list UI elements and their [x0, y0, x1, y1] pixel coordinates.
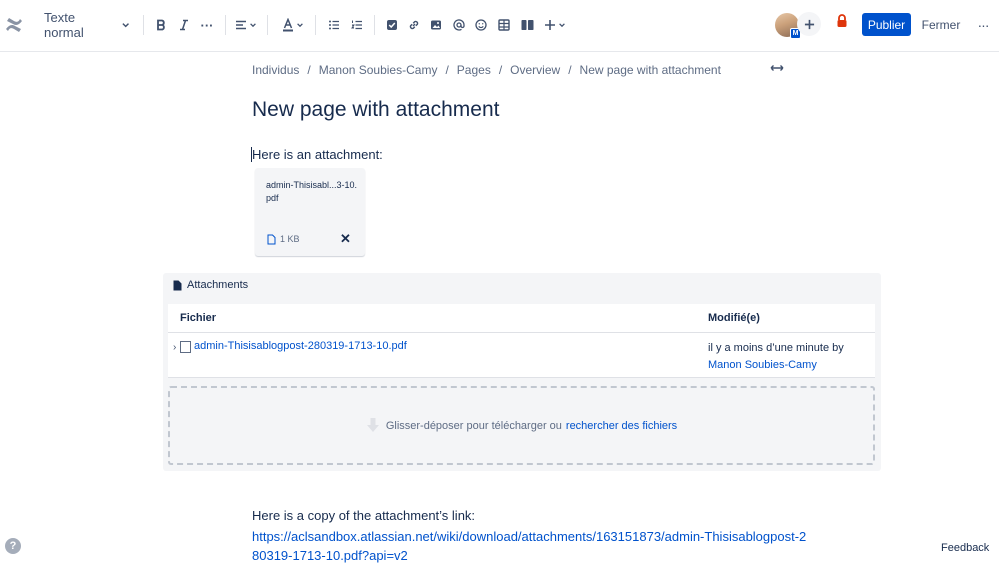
paragraph-intro[interactable]: Here is an attachment:	[252, 147, 383, 162]
bullet-list-button[interactable]	[325, 12, 343, 38]
file-icon	[267, 234, 276, 245]
plus-icon	[804, 19, 814, 29]
numbered-list-button[interactable]	[348, 12, 366, 38]
feedback-button[interactable]: Feedback	[941, 542, 989, 554]
text-style-label: Texte normal	[44, 10, 84, 40]
text-style-dropdown[interactable]: Texte normal	[44, 10, 130, 40]
breadcrumb-item[interactable]: Overview	[510, 63, 560, 77]
breadcrumb-item[interactable]: Individus	[252, 63, 299, 77]
modified-info: il y a moins d’une minute by Manon Soubi…	[708, 340, 844, 374]
toolbar-divider	[267, 15, 268, 35]
file-card[interactable]: admin-Thisisabl...3-10.pdf 1 KB ✕	[255, 168, 365, 256]
file-card-name: admin-Thisisabl...3-10.pdf	[266, 180, 358, 203]
image-icon	[431, 20, 441, 30]
link-icon	[409, 20, 419, 30]
publish-button[interactable]: Publier	[862, 13, 911, 36]
invite-collaborator-button[interactable]	[797, 12, 821, 36]
toolbar-divider	[143, 15, 144, 35]
italic-button[interactable]	[175, 12, 193, 38]
mention-icon	[453, 19, 465, 31]
pdf-file-icon	[180, 341, 191, 353]
chevron-down-icon	[122, 23, 129, 28]
action-item-button[interactable]	[383, 12, 401, 38]
table-row: › admin-Thisisablogpost-280319-1713-10.p…	[168, 333, 875, 377]
help-icon[interactable]: ?	[5, 538, 21, 554]
checkbox-icon	[387, 20, 397, 30]
more-formatting-button[interactable]: ···	[197, 12, 217, 38]
bullet-list-icon	[329, 20, 339, 30]
breadcrumb-item[interactable]: Pages	[457, 63, 491, 77]
breadcrumb-separator: /	[445, 63, 449, 77]
attachments-heading: Attachments	[173, 279, 248, 291]
download-arrow-icon	[366, 418, 379, 432]
bold-button[interactable]	[152, 12, 170, 38]
breadcrumb-separator: /	[498, 63, 503, 77]
alignment-dropdown[interactable]	[233, 12, 259, 38]
bold-icon	[157, 19, 165, 31]
attachments-macro[interactable]: Attachments Fichier Modifié(e) › admin-T…	[163, 273, 881, 471]
more-formatting-icon: ···	[200, 17, 214, 33]
insert-more-dropdown[interactable]	[542, 12, 568, 38]
chevron-down-icon	[250, 23, 256, 28]
column-header-file[interactable]: Fichier	[180, 304, 216, 332]
text-color-dropdown[interactable]	[280, 12, 306, 38]
table-icon	[498, 19, 510, 31]
mention-button[interactable]	[450, 12, 468, 38]
chevron-down-icon	[297, 23, 303, 28]
file-card-size: 1 KB	[280, 234, 300, 244]
breadcrumb-separator: /	[307, 63, 311, 77]
search-files-link[interactable]: rechercher des fichiers	[566, 420, 677, 432]
full-width-toggle-icon[interactable]	[770, 63, 784, 73]
table-button[interactable]	[495, 12, 513, 38]
expand-row-icon[interactable]: ›	[173, 342, 176, 353]
remove-file-button[interactable]: ✕	[340, 231, 351, 247]
emoji-button[interactable]	[472, 12, 490, 38]
document-icon	[173, 280, 182, 290]
attachment-link[interactable]: admin-Thisisablogpost-280319-1713-10.pdf	[194, 340, 407, 352]
link-button[interactable]	[405, 12, 423, 38]
emoji-icon	[475, 19, 487, 31]
plus-icon	[545, 20, 555, 30]
attachments-table: Fichier Modifié(e) › admin-Thisisablogpo…	[168, 304, 875, 378]
attachment-url-link[interactable]: https://aclsandbox.atlassian.net/wiki/do…	[252, 527, 812, 565]
toolbar-divider	[225, 15, 226, 35]
lock-icon[interactable]	[836, 14, 848, 28]
column-header-modified[interactable]: Modifié(e)	[708, 304, 760, 332]
more-actions-button[interactable]: ···	[972, 13, 994, 36]
editor-toolbar: Texte normal ··· M Publier Fermer ···	[0, 0, 999, 52]
breadcrumb-item[interactable]: Manon Soubies-Camy	[319, 63, 438, 77]
attachments-heading-label: Attachments	[187, 279, 249, 291]
page-title[interactable]: New page with attachment	[252, 98, 499, 122]
modified-author-link[interactable]: Manon Soubies-Camy	[708, 357, 844, 374]
paragraph-link-intro[interactable]: Here is a copy of the attachment’s link:	[252, 508, 475, 523]
modified-time: il y a moins d’une minute by	[708, 342, 844, 354]
text-color-icon	[283, 18, 293, 32]
numbered-list-icon	[351, 20, 362, 30]
confluence-logo-icon[interactable]	[5, 16, 23, 34]
chevron-down-icon	[559, 23, 565, 28]
breadcrumb-separator: /	[568, 63, 572, 77]
layouts-icon	[521, 20, 533, 30]
align-left-icon	[236, 20, 246, 30]
italic-icon	[180, 19, 188, 31]
toolbar-divider	[374, 15, 375, 35]
dropzone-text: Glisser-déposer pour télécharger ou	[385, 419, 562, 432]
toolbar-divider	[315, 15, 316, 35]
close-button[interactable]: Fermer	[918, 13, 964, 36]
file-dropzone[interactable]: Glisser-déposer pour télécharger ou rech…	[168, 386, 875, 465]
image-button[interactable]	[427, 12, 445, 38]
table-bottom-divider	[168, 377, 875, 378]
breadcrumb: Individus / Manon Soubies-Camy / Pages /…	[252, 63, 721, 77]
layouts-button[interactable]	[518, 12, 536, 38]
breadcrumb-item[interactable]: New page with attachment	[580, 63, 721, 77]
